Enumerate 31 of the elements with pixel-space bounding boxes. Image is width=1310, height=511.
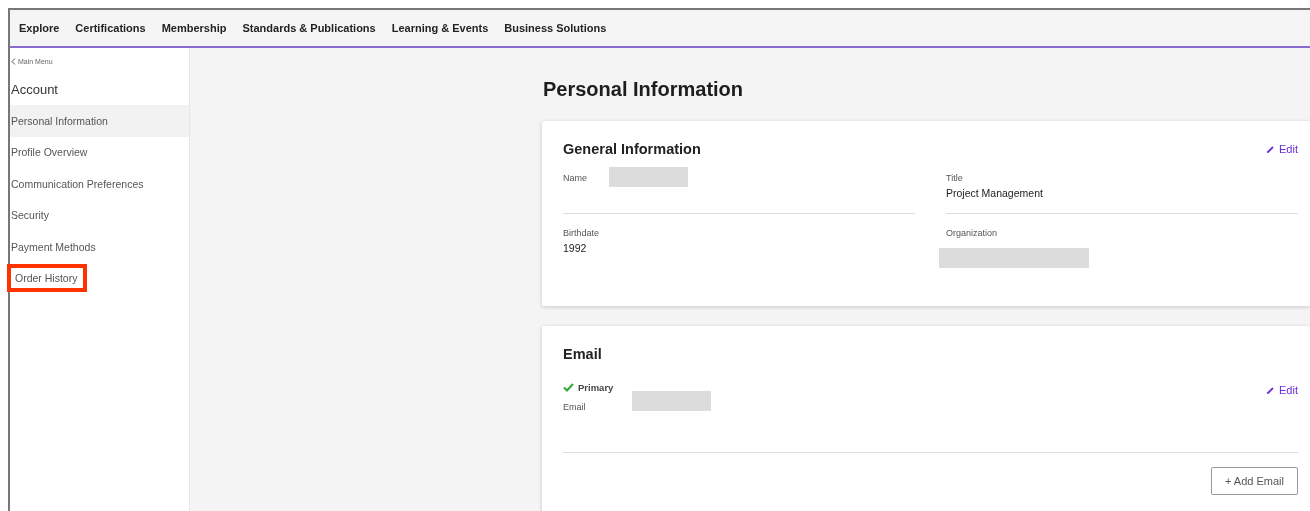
nav-link[interactable]: Explore [19,22,60,34]
card-title: Email [563,346,603,362]
field-label: Email [563,402,586,412]
pencil-icon [1266,385,1276,395]
add-email-button[interactable]: + Add Email [1211,467,1298,495]
sidebar-item[interactable]: Payment Methods [10,231,189,263]
field-value: Project Management [946,187,1043,199]
chevron-left-icon [11,58,16,65]
sidebar-heading: Account [11,82,59,97]
pencil-icon [1266,144,1276,154]
sidebar-item[interactable]: Order History [10,262,189,294]
edit-link[interactable]: Edit [1266,384,1298,396]
sidebar-item[interactable]: Communication Preferences [10,168,189,200]
sidebar-item[interactable]: Security [10,199,189,231]
nav-link[interactable]: Learning & Events [391,22,489,34]
nav-link[interactable]: Membership [161,22,227,34]
field-label: Birthdate [563,228,600,238]
field-label: Organization [946,228,998,238]
sidebar-item[interactable]: Profile Overview [10,136,189,168]
nav-link[interactable]: Certifications [75,22,146,34]
page-title: Personal Information [543,78,745,101]
card-title: General Information [563,141,701,157]
field-label: Title [946,173,963,183]
sidebar-item[interactable]: Personal Information [10,105,189,137]
primary-label: Primary [578,382,614,393]
edit-link[interactable]: Edit [1266,143,1298,155]
field-value: 1992 [563,242,587,254]
field-label: Name [563,173,587,183]
nav-link[interactable]: Business Solutions [504,22,607,34]
nav-link[interactable]: Standards & Publications [242,22,376,34]
checkmark-icon [563,383,574,392]
